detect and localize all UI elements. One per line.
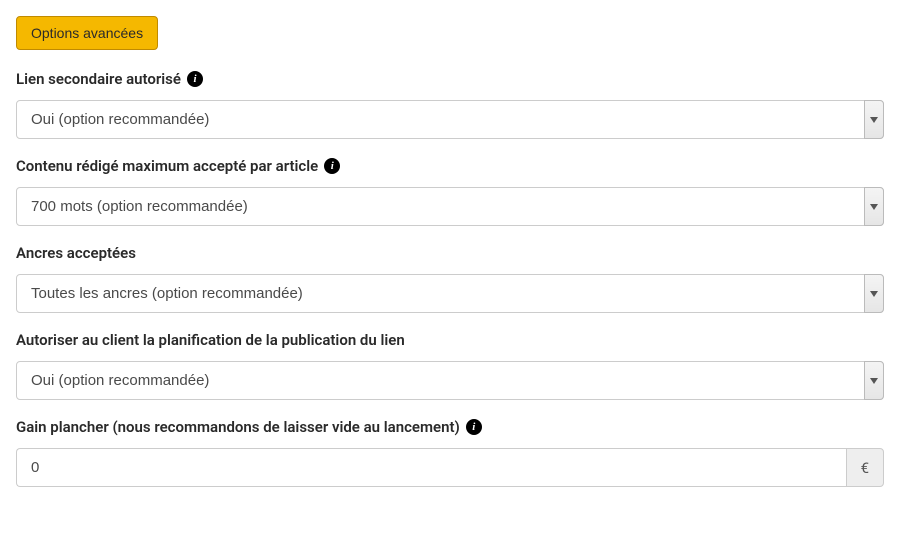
info-icon[interactable]: i	[466, 419, 482, 435]
currency-addon: €	[846, 448, 884, 487]
label-text-floor-gain: Gain plancher (nous recommandons de lais…	[16, 418, 460, 436]
select-wrapper-secondary-link: Oui (option recommandée)	[16, 100, 884, 139]
select-secondary-link[interactable]: Oui (option recommandée)	[16, 100, 884, 139]
label-anchors: Ancres acceptées	[16, 244, 884, 262]
label-scheduling: Autoriser au client la planification de …	[16, 331, 884, 349]
label-max-content: Contenu rédigé maximum accepté par artic…	[16, 157, 884, 175]
label-text-secondary-link: Lien secondaire autorisé	[16, 70, 181, 88]
input-floor-gain[interactable]	[16, 448, 846, 487]
info-icon[interactable]: i	[187, 71, 203, 87]
field-floor-gain: Gain plancher (nous recommandons de lais…	[16, 418, 884, 487]
label-text-anchors: Ancres acceptées	[16, 244, 136, 262]
select-scheduling[interactable]: Oui (option recommandée)	[16, 361, 884, 400]
select-anchors[interactable]: Toutes les ancres (option recommandée)	[16, 274, 884, 313]
select-max-content[interactable]: 700 mots (option recommandée)	[16, 187, 884, 226]
field-scheduling: Autoriser au client la planification de …	[16, 331, 884, 400]
label-text-max-content: Contenu rédigé maximum accepté par artic…	[16, 157, 318, 175]
select-wrapper-max-content: 700 mots (option recommandée)	[16, 187, 884, 226]
select-wrapper-scheduling: Oui (option recommandée)	[16, 361, 884, 400]
select-wrapper-anchors: Toutes les ancres (option recommandée)	[16, 274, 884, 313]
label-text-scheduling: Autoriser au client la planification de …	[16, 331, 405, 349]
input-group-floor-gain: €	[16, 448, 884, 487]
info-icon[interactable]: i	[324, 158, 340, 174]
label-floor-gain: Gain plancher (nous recommandons de lais…	[16, 418, 884, 436]
field-anchors: Ancres acceptées Toutes les ancres (opti…	[16, 244, 884, 313]
advanced-options-button[interactable]: Options avancées	[16, 16, 158, 50]
label-secondary-link: Lien secondaire autorisé i	[16, 70, 884, 88]
field-secondary-link: Lien secondaire autorisé i Oui (option r…	[16, 70, 884, 139]
field-max-content: Contenu rédigé maximum accepté par artic…	[16, 157, 884, 226]
